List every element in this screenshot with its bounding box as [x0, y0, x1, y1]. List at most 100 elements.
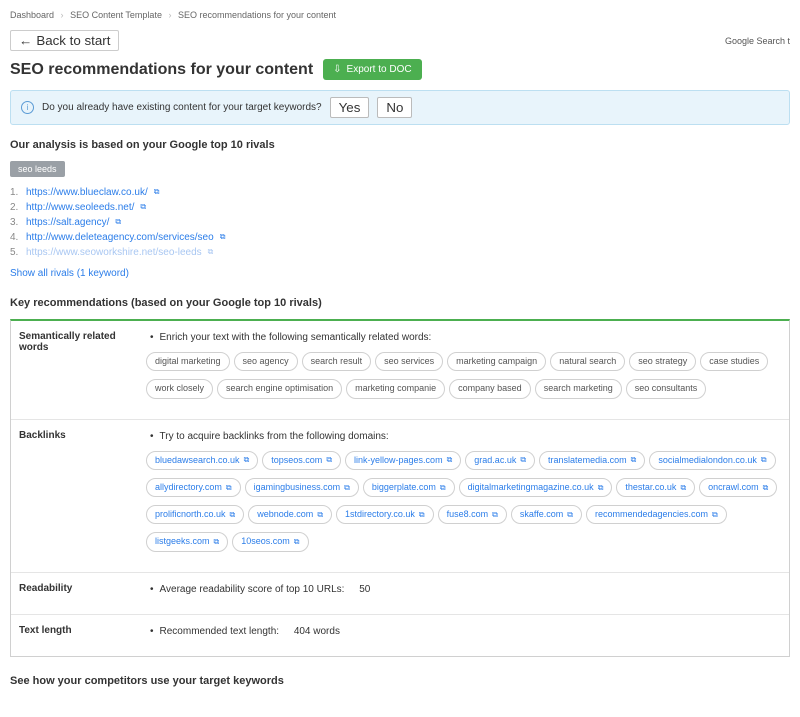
external-link-icon: ⧉ — [680, 481, 686, 495]
external-link-icon: ⧉ — [115, 217, 121, 228]
semantic-word-pill[interactable]: company based — [449, 379, 531, 398]
breadcrumb: Dashboard › SEO Content Template › SEO r… — [10, 10, 790, 20]
info-icon: i — [21, 101, 34, 114]
backlinks-intro: Try to acquire backlinks from the follow… — [160, 428, 389, 445]
analysis-heading: Our analysis is based on your Google top… — [10, 139, 790, 151]
backlink-domain-pill[interactable]: link-yellow-pages.com ⧉ — [345, 451, 461, 470]
external-link-icon: ⧉ — [520, 453, 526, 467]
semantic-word-pill[interactable]: work closely — [146, 379, 213, 398]
backlink-domain-pill[interactable]: listgeeks.com ⧉ — [146, 532, 228, 551]
external-link-icon: ⧉ — [154, 187, 160, 198]
external-link-icon: ⧉ — [761, 453, 767, 467]
rival-item: 2.http://www.seoleeds.net/ ⧉ — [10, 202, 790, 213]
semantic-word-pill[interactable]: seo strategy — [629, 352, 696, 371]
backlink-domain-pill[interactable]: bluedawsearch.co.uk ⧉ — [146, 451, 258, 470]
keyword-tag[interactable]: seo leeds — [10, 161, 65, 177]
row-label: Readability — [11, 573, 146, 614]
semantic-word-pill[interactable]: seo consultants — [626, 379, 707, 398]
crumb[interactable]: Dashboard — [10, 10, 54, 20]
semantic-word-pill[interactable]: search marketing — [535, 379, 622, 398]
back-button[interactable]: ← Back to start — [10, 30, 119, 51]
row-textlength: Text length • Recommended text length: 4… — [11, 615, 789, 656]
backlink-domain-pill[interactable]: topseos.com ⧉ — [262, 451, 341, 470]
rival-item: 5.https://www.seoworkshire.net/seo-leeds… — [10, 247, 790, 258]
recommendations-table: Semantically related words • Enrich your… — [10, 319, 790, 657]
backlink-domain-pill[interactable]: digitalmarketingmagazine.co.uk ⧉ — [459, 478, 613, 497]
external-link-icon: ⧉ — [220, 232, 226, 243]
backlink-domain-pill[interactable]: fuse8.com ⧉ — [438, 505, 507, 524]
semantic-word-pill[interactable]: search result — [302, 352, 372, 371]
rival-link[interactable]: https://www.seoworkshire.net/seo-leeds — [26, 247, 202, 258]
external-link-icon: ⧉ — [230, 508, 236, 522]
readability-value: 50 — [359, 581, 370, 598]
row-label: Semantically related words — [11, 321, 146, 419]
page-title: SEO recommendations for your content — [10, 61, 313, 79]
backlink-domain-pill[interactable]: allydirectory.com ⧉ — [146, 478, 241, 497]
backlink-domain-pill[interactable]: webnode.com ⧉ — [248, 505, 332, 524]
rival-link[interactable]: https://salt.agency/ — [26, 217, 109, 228]
back-label: Back to start — [36, 33, 110, 48]
backlink-domain-pill[interactable]: grad.ac.uk ⧉ — [465, 451, 535, 470]
semantic-word-pill[interactable]: search engine optimisation — [217, 379, 342, 398]
backlink-domain-pill[interactable]: socialmedialondon.co.uk ⧉ — [649, 451, 775, 470]
export-button[interactable]: ⇩ Export to DOC — [323, 59, 421, 80]
external-link-icon: ⧉ — [447, 453, 453, 467]
external-link-icon: ⧉ — [294, 535, 300, 549]
external-link-icon: ⧉ — [440, 481, 446, 495]
download-icon: ⇩ — [333, 64, 341, 75]
external-link-icon: ⧉ — [631, 453, 637, 467]
external-link-icon: ⧉ — [712, 508, 718, 522]
semantic-word-pill[interactable]: seo services — [375, 352, 443, 371]
semantic-word-pill[interactable]: digital marketing — [146, 352, 230, 371]
backlink-domain-pill[interactable]: translatemedia.com ⧉ — [539, 451, 645, 470]
yes-button[interactable]: Yes — [330, 97, 370, 118]
info-bar: i Do you already have existing content f… — [10, 90, 790, 125]
external-link-icon: ⧉ — [208, 247, 214, 258]
rivals-list: 1.https://www.blueclaw.co.uk/ ⧉2.http://… — [10, 187, 790, 258]
external-link-icon: ⧉ — [214, 535, 220, 549]
backlink-domain-pill[interactable]: igamingbusiness.com ⧉ — [245, 478, 359, 497]
external-link-icon: ⧉ — [317, 508, 323, 522]
rival-link[interactable]: http://www.seoleeds.net/ — [26, 202, 134, 213]
row-readability: Readability • Average readability score … — [11, 573, 789, 615]
external-link-icon: ⧉ — [492, 508, 498, 522]
external-link-icon: ⧉ — [763, 481, 769, 495]
rival-number: 1. — [10, 187, 20, 198]
backlink-domain-pill[interactable]: thestar.co.uk ⧉ — [616, 478, 695, 497]
external-link-icon: ⧉ — [226, 481, 232, 495]
info-question: Do you already have existing content for… — [42, 102, 322, 113]
google-search-link[interactable]: Google Search t — [725, 36, 790, 46]
row-label: Text length — [11, 615, 146, 656]
no-button[interactable]: No — [377, 97, 412, 118]
crumb-current: SEO recommendations for your content — [178, 10, 336, 20]
external-link-icon: ⧉ — [567, 508, 573, 522]
backlink-domain-pill[interactable]: 1stdirectory.co.uk ⧉ — [336, 505, 434, 524]
backlink-domain-pill[interactable]: biggerplate.com ⧉ — [363, 478, 455, 497]
semantic-word-pill[interactable]: marketing campaign — [447, 352, 546, 371]
readability-text: Average readability score of top 10 URLs… — [160, 581, 345, 598]
external-link-icon: ⧉ — [419, 508, 425, 522]
semantic-word-pill[interactable]: case studies — [700, 352, 768, 371]
rival-link[interactable]: https://www.blueclaw.co.uk/ — [26, 187, 148, 198]
semantic-word-pill[interactable]: marketing companie — [346, 379, 445, 398]
semantic-word-pill[interactable]: seo agency — [234, 352, 298, 371]
backlink-domain-pill[interactable]: skaffe.com ⧉ — [511, 505, 582, 524]
arrow-left-icon: ← — [19, 33, 32, 48]
external-link-icon: ⧉ — [140, 202, 146, 213]
row-label: Backlinks — [11, 420, 146, 572]
backlink-domain-pill[interactable]: oncrawl.com ⧉ — [699, 478, 777, 497]
crumb[interactable]: SEO Content Template — [70, 10, 162, 20]
row-backlinks: Backlinks • Try to acquire backlinks fro… — [11, 420, 789, 573]
backlink-domain-pill[interactable]: recommendedagencies.com ⧉ — [586, 505, 727, 524]
semantic-intro: Enrich your text with the following sema… — [160, 329, 432, 346]
textlength-text: Recommended text length: — [160, 623, 280, 640]
semantic-word-pill[interactable]: natural search — [550, 352, 625, 371]
external-link-icon: ⧉ — [244, 453, 250, 467]
show-all-rivals-link[interactable]: Show all rivals (1 keyword) — [10, 268, 129, 279]
export-label: Export to DOC — [347, 64, 412, 75]
backlink-domain-pill[interactable]: 10seos.com ⧉ — [232, 532, 308, 551]
textlength-value: 404 words — [294, 623, 340, 640]
rival-link[interactable]: http://www.deleteagency.com/services/seo — [26, 232, 214, 243]
rival-item: 1. https://www.blueclaw.co.uk/ ⧉ — [10, 187, 790, 198]
backlink-domain-pill[interactable]: prolificnorth.co.uk ⧉ — [146, 505, 244, 524]
